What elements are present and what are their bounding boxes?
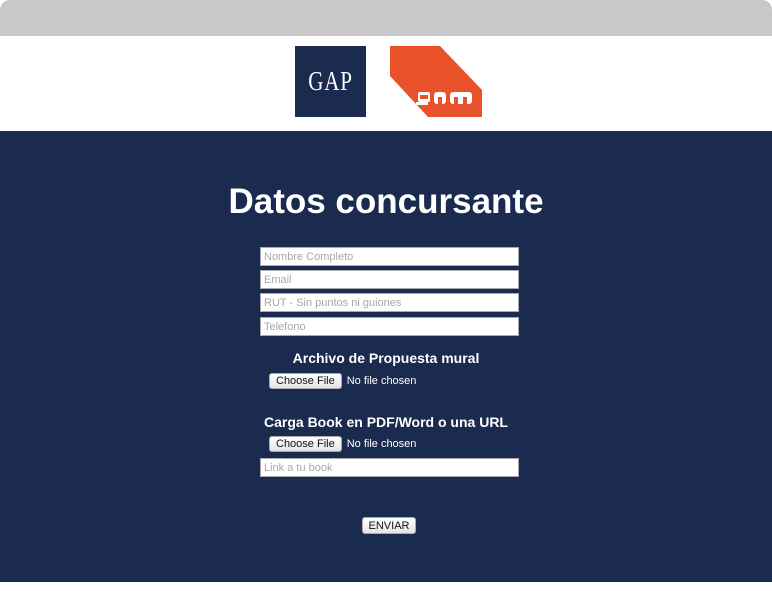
header: GAP [0,36,772,131]
full-name-input[interactable] [260,247,519,266]
book-choose-file-button[interactable]: Choose File [269,435,342,452]
gap-logo-text: GAP [308,66,353,96]
page-frame: GAP Datos concursante Archivo de Propues… [0,0,772,591]
mural-choose-file-button[interactable]: Choose File [269,372,342,389]
book-upload-label: Carga Book en PDF/Word o una URL [264,414,508,430]
page-title: Datos concursante [228,182,544,221]
book-file-status: No file chosen [346,437,417,450]
form-section: Datos concursante Archivo de Propuesta m… [0,131,772,582]
gam-logo [390,46,482,117]
submit-button[interactable]: ENVIAR [362,517,416,534]
book-link-input[interactable] [260,458,519,477]
email-input[interactable] [260,270,519,289]
mural-file-picker: Choose File No file chosen [269,372,416,389]
browser-top-bar [0,0,772,36]
rut-input[interactable] [260,293,519,312]
book-file-picker: Choose File No file chosen [269,435,416,452]
mural-file-status: No file chosen [346,374,417,387]
phone-input[interactable] [260,317,519,336]
bottom-strip [0,582,772,591]
mural-upload-label: Archivo de Propuesta mural [292,350,480,366]
gap-logo: GAP [295,46,366,117]
